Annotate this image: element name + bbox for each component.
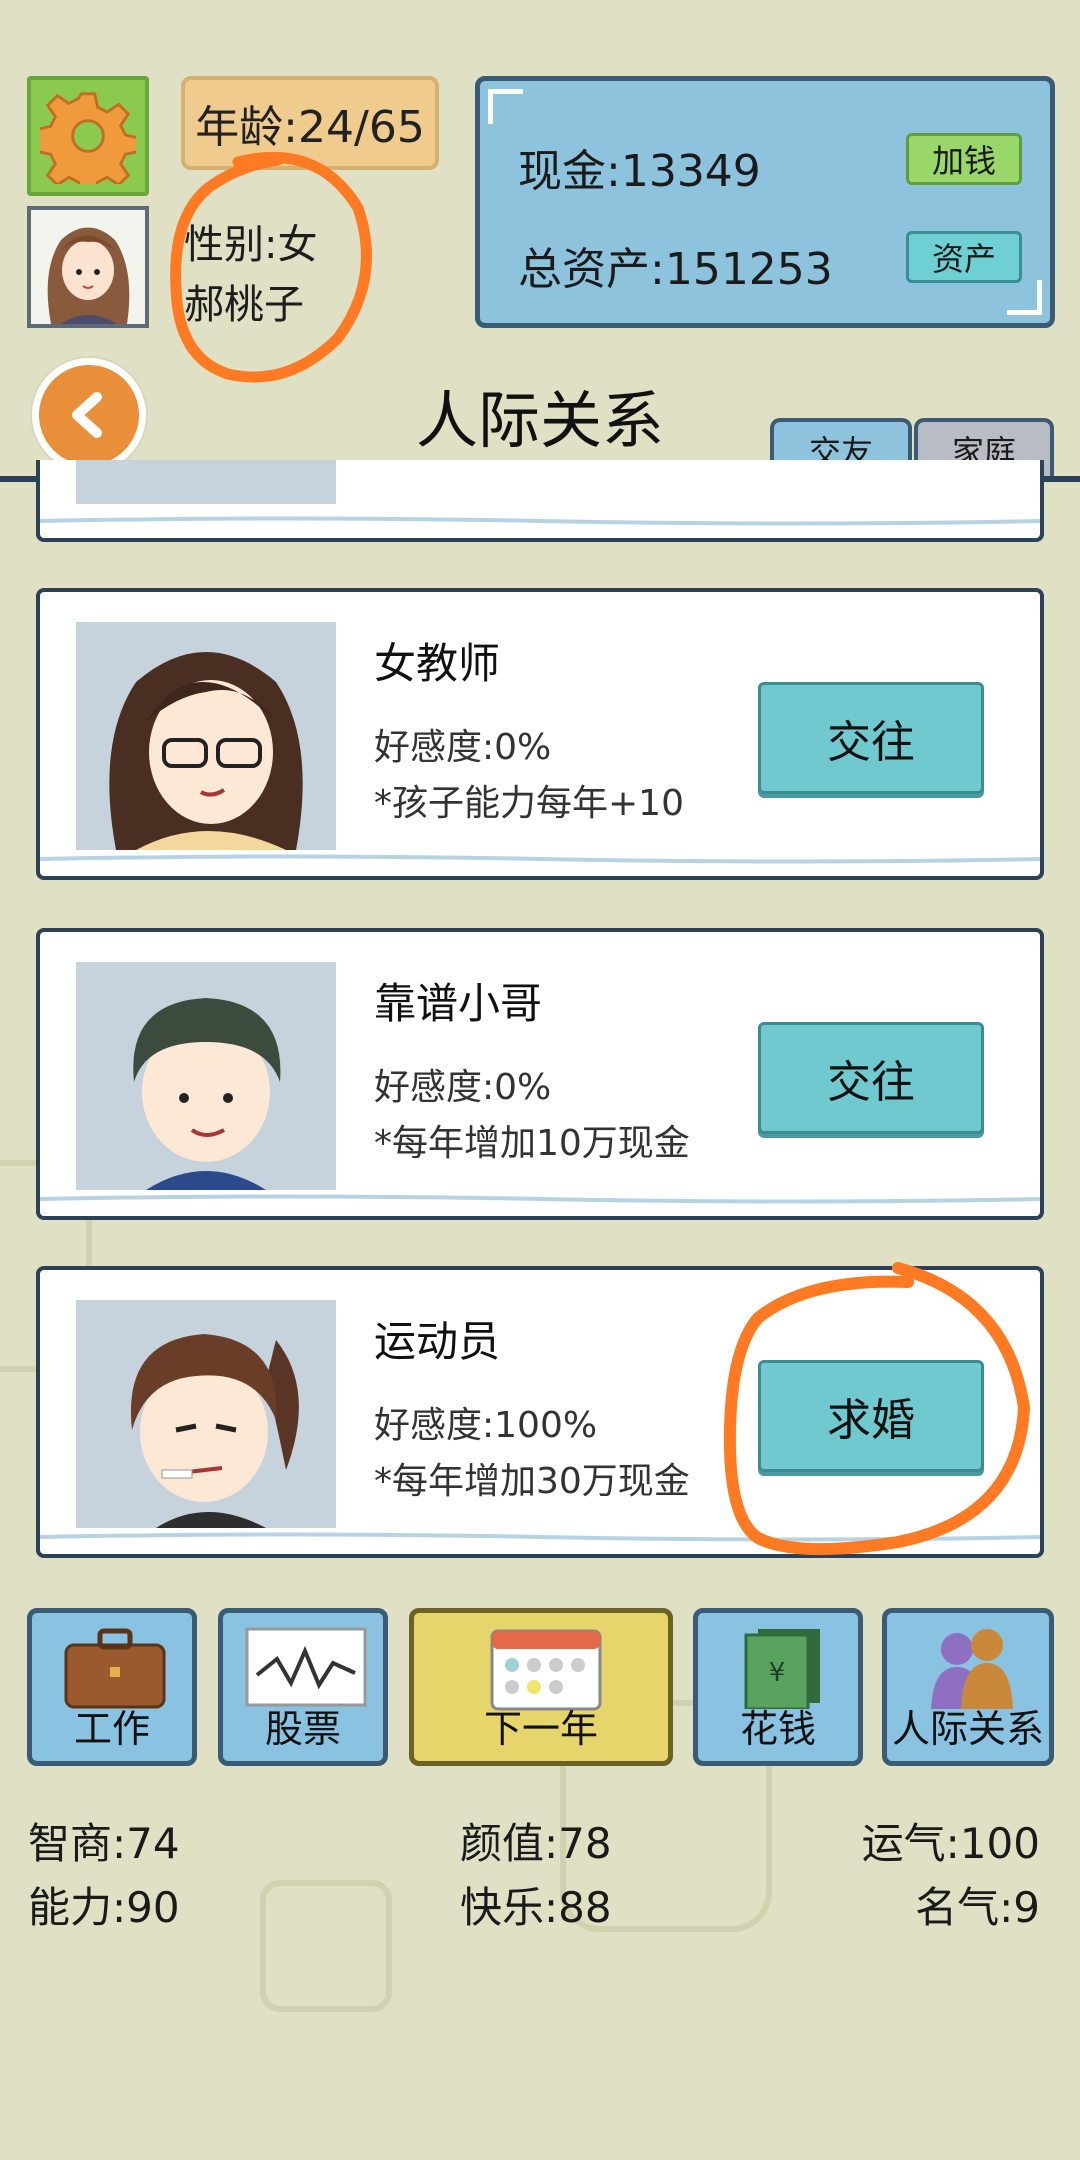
money-bills-icon: ¥ (744, 1629, 820, 1709)
nav-stocks-button[interactable]: 股票 (218, 1608, 388, 1766)
date-button[interactable]: 交往 (758, 682, 984, 794)
nav-work-label: 工作 (73, 1707, 150, 1751)
assets-label: 总资产: (518, 244, 665, 295)
annotation-circle (723, 1262, 1031, 1556)
cash-display: 现金:13349 (518, 135, 761, 199)
svg-text:¥: ¥ (769, 1658, 786, 1688)
stat-happiness: 快乐:88 (460, 1883, 612, 1932)
portrait-partial (76, 460, 336, 504)
contact-portrait-athlete (76, 1300, 336, 1528)
wave-decoration (40, 1194, 1040, 1204)
nav-spend-label: 花钱 (739, 1707, 816, 1751)
chevron-left-icon (72, 392, 102, 438)
contact-perk: *每年增加10万现金 (374, 1123, 690, 1164)
assets-value: 151253 (664, 244, 833, 295)
wave-decoration (40, 854, 1040, 864)
assets-display: 总资产:151253 (518, 233, 833, 297)
nav-stocks-label: 股票 (264, 1707, 341, 1751)
cash-label: 现金: (518, 146, 621, 197)
nav-next-year-label: 下一年 (483, 1707, 598, 1751)
nav-spend-button[interactable]: ¥ 花钱 (693, 1608, 863, 1766)
background-doodle (260, 1880, 392, 2012)
stat-luck: 运气:100 (861, 1819, 1040, 1868)
contact-card: 女教师 好感度:0% *孩子能力每年+10 交往 (36, 588, 1044, 880)
stat-fame: 名气:9 (915, 1883, 1040, 1932)
contact-name: 靠谱小哥 (374, 979, 543, 1028)
gear-icon (40, 92, 136, 184)
player-avatar (27, 206, 149, 328)
contact-perk: *孩子能力每年+10 (374, 783, 684, 824)
stat-ability: 能力:90 (28, 1883, 180, 1932)
contact-favor: 好感度:0% (374, 1067, 552, 1108)
contact-favor: 好感度:100% (374, 1405, 598, 1446)
contact-card: 靠谱小哥 好感度:0% *每年增加10万现金 交往 (36, 928, 1044, 1220)
contact-perk: *每年增加30万现金 (374, 1461, 690, 1502)
back-button[interactable] (32, 358, 146, 472)
page-title: 人际关系 (415, 384, 664, 457)
contact-favor: 好感度:0% (374, 727, 552, 768)
date-button[interactable]: 交往 (758, 1022, 984, 1134)
annotation-circle (170, 151, 372, 383)
stat-iq: 智商:74 (28, 1819, 180, 1868)
panel-corner (488, 89, 523, 124)
contact-name: 运动员 (374, 1317, 501, 1366)
money-panel: 现金:13349 加钱 总资产:151253 资产 (475, 76, 1055, 328)
stat-looks: 颜值:78 (460, 1819, 612, 1868)
nav-relations-label: 人际关系 (891, 1707, 1044, 1751)
cash-value: 13349 (620, 146, 761, 197)
contact-name: 女教师 (374, 639, 501, 688)
age-label: 年龄:24/65 (195, 102, 425, 153)
add-money-button[interactable]: 加钱 (906, 133, 1022, 185)
nav-relations-button[interactable]: 人际关系 (882, 1608, 1054, 1766)
assets-button[interactable]: 资产 (906, 231, 1022, 283)
nav-work-button[interactable]: 工作 (27, 1608, 197, 1766)
contact-portrait-guy (76, 962, 336, 1190)
panel-corner (1007, 280, 1042, 315)
contact-card-partial (36, 460, 1044, 542)
settings-button[interactable] (27, 76, 149, 196)
wave-decoration (40, 516, 1040, 526)
nav-next-year-button[interactable]: 下一年 (409, 1608, 673, 1766)
contact-portrait-teacher (76, 622, 336, 850)
